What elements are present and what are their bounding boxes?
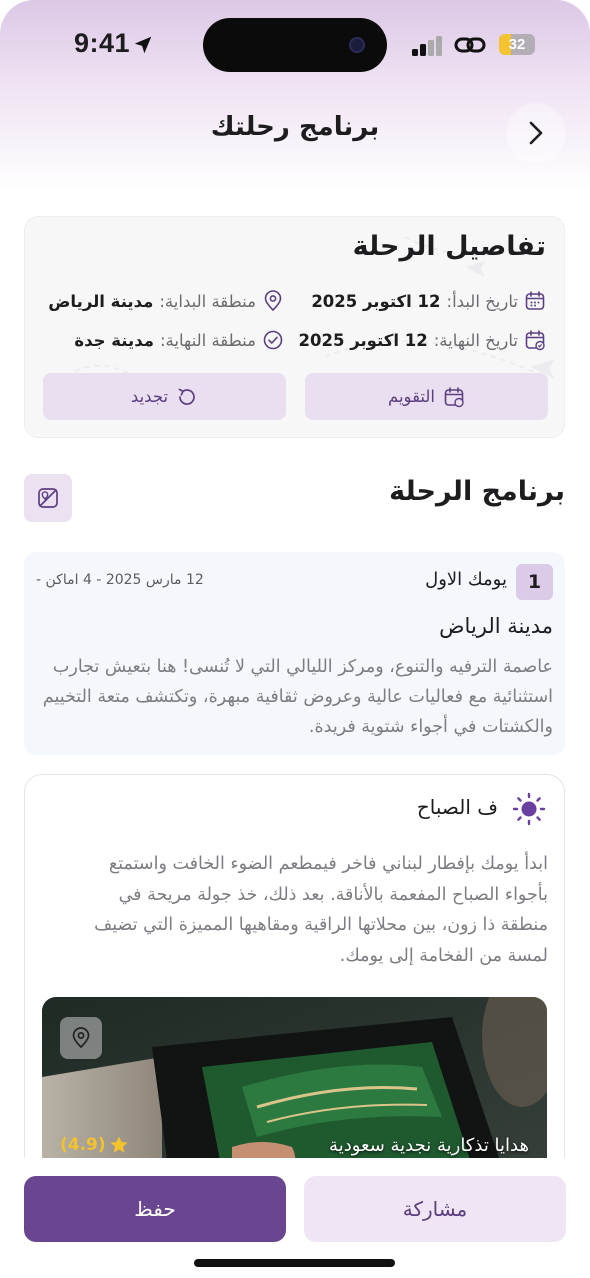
renew-button[interactable]: تجديد — [43, 373, 286, 420]
end-date-value: 12 اكتوبر 2025 — [298, 330, 428, 350]
place-location-button[interactable] — [60, 1017, 102, 1059]
camera-dot — [349, 37, 365, 53]
end-date-row: تاريخ النهاية: 12 اكتوبر 2025 — [299, 329, 546, 351]
period-title: ف الصباح — [416, 795, 498, 819]
location-arrow-icon — [134, 36, 152, 54]
start-region-row: منطقة البداية: مدينة الرياض — [48, 290, 284, 312]
back-button[interactable] — [506, 103, 566, 163]
check-circle-icon — [263, 330, 283, 350]
trip-details-title: تفاصيل الرحلة — [352, 231, 546, 262]
save-button[interactable]: حفظ — [24, 1176, 286, 1242]
status-time: 9:41 — [74, 28, 131, 58]
dynamic-island — [203, 18, 387, 72]
cellular-signal-icon — [412, 36, 442, 56]
share-button[interactable]: مشاركة — [304, 1176, 566, 1242]
start-region-label: منطقة البداية: — [159, 291, 256, 311]
start-date-value: 12 اكتوبر 2025 — [311, 291, 441, 311]
calendar-button[interactable]: التقويم — [305, 373, 548, 420]
day-meta: 12 مارس 2025 - 4 اماكن - — [36, 572, 204, 588]
trip-details-card: تفاصيل الرحلة تاريخ البدأ: 12 اكتوبر 202… — [24, 216, 565, 438]
battery-percent: 32 — [508, 36, 526, 53]
start-date-label: تاريخ البدأ: — [446, 291, 518, 311]
day-label: يومك الاول — [425, 569, 507, 590]
program-section-title: برنامج الرحلة — [389, 476, 565, 507]
home-indicator — [194, 1259, 395, 1267]
place-rating: (4.9) — [60, 1135, 129, 1155]
end-region-label: منطقة النهاية: — [159, 330, 256, 350]
battery-indicator: 32 — [499, 34, 535, 55]
star-icon — [110, 1136, 128, 1153]
day-description: عاصمة الترفيه والتنوع، ومركز الليالي الت… — [42, 657, 553, 737]
chevron-right-icon — [529, 121, 543, 145]
sun-icon — [512, 792, 546, 826]
day-city: مدينة الرياض — [439, 614, 553, 638]
calendar-icon — [525, 291, 545, 310]
map-view-button[interactable] — [24, 474, 72, 522]
place-card-image[interactable]: هدايا تذكارية نجدية سعودية (4.9) — [42, 997, 547, 1173]
end-region-row: منطقة النهاية: مدينة جدة — [74, 329, 284, 351]
period-description: ابدأ يومك بإفطار لبناني فاخر فيمطعم الضو… — [94, 854, 548, 966]
location-pin-icon — [264, 290, 282, 312]
end-date-label: تاريخ النهاية: — [433, 330, 518, 350]
day-card[interactable]: 1 يومك الاول 12 مارس 2025 - 4 اماكن - مد… — [24, 552, 565, 755]
start-date-row: تاريخ البدأ: 12 اكتوبر 2025 — [311, 290, 546, 312]
location-pin-icon — [72, 1027, 90, 1049]
calendar-check-icon — [525, 330, 545, 351]
day-number-badge: 1 — [516, 564, 553, 600]
place-name: هدايا تذكارية نجدية سعودية — [329, 1135, 529, 1156]
start-region-value: مدينة الرياض — [48, 291, 154, 311]
renew-button-label: تجديد — [130, 387, 169, 406]
link-icon — [454, 37, 486, 53]
refresh-icon — [178, 388, 195, 405]
end-region-value: مدينة جدة — [74, 330, 154, 350]
map-icon — [38, 488, 58, 508]
morning-period-card: ف الصباح ابدأ يومك بإفطار لبناني فاخر في… — [24, 774, 565, 1174]
page-title: برنامج رحلتك — [210, 112, 380, 142]
calendar-button-label: التقويم — [387, 387, 436, 406]
calendar-icon — [444, 386, 464, 407]
rating-value: (4.9) — [60, 1135, 106, 1155]
status-bar: 9:41 32 — [0, 0, 590, 90]
